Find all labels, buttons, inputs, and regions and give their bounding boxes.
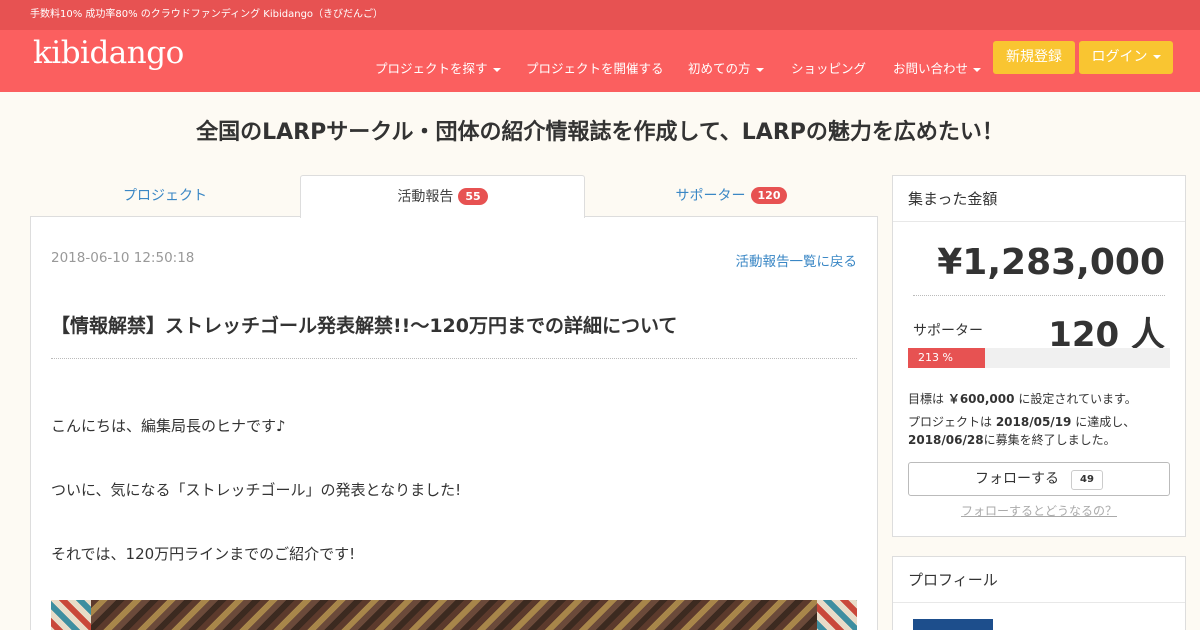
- funding-progress-bar: 213 %: [908, 348, 1170, 368]
- follow-help-link[interactable]: フォローするとどうなるの？: [908, 502, 1170, 519]
- nav-host-project-label: プロジェクトを開催する: [526, 61, 664, 76]
- end-suffix: に募集を終了しました。: [983, 433, 1116, 447]
- goal-amount: ￥600,000: [947, 392, 1015, 406]
- tab-activity-reports[interactable]: 活動報告 55: [300, 175, 585, 218]
- goal-text: 目標は ￥600,000 に設定されています。: [908, 390, 1137, 407]
- post-title: 【情報解禁】ストレッチゴール発表解禁!!〜120万円までの詳細について: [51, 311, 857, 359]
- profile-card: プロフィール: [892, 556, 1186, 630]
- nav-shopping-label: ショッピング: [791, 61, 867, 76]
- funding-progress-label: 213 %: [918, 351, 953, 364]
- tab-project[interactable]: プロジェクト: [30, 175, 300, 217]
- post-image: [51, 600, 857, 630]
- nav-first-time-label: 初めての方: [688, 61, 751, 76]
- supporters-count-badge: 120: [750, 187, 788, 204]
- activity-count-badge: 55: [458, 188, 488, 205]
- signup-button[interactable]: 新規登録: [993, 41, 1075, 74]
- nav-shopping[interactable]: ショッピング: [791, 58, 866, 77]
- main-navbar: kibidango プロジェクトを探す プロジェクトを開催する 初めての方 ショ…: [0, 30, 1200, 92]
- nav-first-time[interactable]: 初めての方: [688, 58, 764, 77]
- tab-activity-label: 活動報告: [397, 189, 454, 205]
- chevron-down-icon: [1152, 55, 1161, 59]
- login-button-label: ログイン: [1091, 49, 1148, 65]
- achieved-suffix: に達成し、: [1071, 415, 1136, 429]
- post-date: 2018-06-10 12:50:18: [51, 250, 195, 266]
- chevron-down-icon: [973, 67, 982, 72]
- supporters-label: サポーター: [913, 323, 983, 339]
- nav-contact[interactable]: お問い合わせ: [893, 58, 982, 77]
- funding-amount: ¥1,283,000: [937, 242, 1165, 283]
- follow-button-label: フォローする: [975, 471, 1060, 487]
- profile-heading: プロフィール: [893, 557, 1185, 603]
- funding-divider: [913, 295, 1165, 296]
- goal-suffix: に設定されています。: [1014, 392, 1137, 406]
- post-paragraph: それでは、120万円ラインまでのご紹介です!: [51, 545, 356, 563]
- activity-report-panel: 2018-06-10 12:50:18 活動報告一覧に戻る 【情報解禁】ストレッ…: [30, 216, 878, 630]
- goal-prefix: 目標は: [908, 392, 948, 406]
- post-paragraph: ついに、気になる「ストレッチゴール」の発表となりました!: [51, 481, 462, 499]
- funding-summary-card: 集まった金額 ¥1,283,000 サポーター 120 人 213 % 目標は …: [892, 175, 1186, 537]
- achieved-prefix: プロジェクトは: [908, 415, 996, 429]
- nav-find-projects-label: プロジェクトを探す: [375, 61, 488, 76]
- achieved-text: プロジェクトは 2018/05/19 に達成し、: [908, 413, 1135, 430]
- funding-heading: 集まった金額: [893, 176, 1185, 222]
- kibidango-logo[interactable]: kibidango: [33, 35, 184, 71]
- tab-supporters[interactable]: サポーター 120: [585, 175, 878, 217]
- end-date: 2018/06/28: [908, 433, 984, 447]
- login-button[interactable]: ログイン: [1079, 41, 1173, 74]
- post-paragraph: こんにちは、編集局長のヒナです♪: [51, 417, 286, 435]
- back-to-reports-link[interactable]: 活動報告一覧に戻る: [736, 250, 858, 270]
- chevron-down-icon: [492, 67, 501, 72]
- nav-find-projects[interactable]: プロジェクトを探す: [375, 58, 501, 77]
- chevron-down-icon: [755, 67, 764, 72]
- tab-supporters-label: サポーター: [675, 188, 746, 204]
- follow-button[interactable]: フォローする 49: [908, 462, 1170, 496]
- end-text: 2018/06/28に募集を終了しました。: [908, 431, 1116, 448]
- profile-avatar[interactable]: [913, 619, 993, 630]
- follow-count-badge: 49: [1071, 470, 1103, 490]
- tab-project-label: プロジェクト: [123, 188, 207, 204]
- nav-host-project[interactable]: プロジェクトを開催する: [526, 58, 664, 77]
- top-tagline-bar: 手数料10% 成功率80% のクラウドファンディング Kibidango（きびだ…: [0, 0, 1200, 30]
- tagline-text: 手数料10% 成功率80% のクラウドファンディング Kibidango（きびだ…: [30, 9, 384, 20]
- nav-contact-label: お問い合わせ: [893, 61, 969, 76]
- project-title: 全国のLARPサークル・団体の紹介情報誌を作成して、LARPの魅力を広めたい！: [196, 120, 1004, 145]
- post-image-photo: [91, 600, 817, 630]
- funding-progress-fill: 213 %: [908, 348, 985, 368]
- achieved-date: 2018/05/19: [995, 415, 1072, 429]
